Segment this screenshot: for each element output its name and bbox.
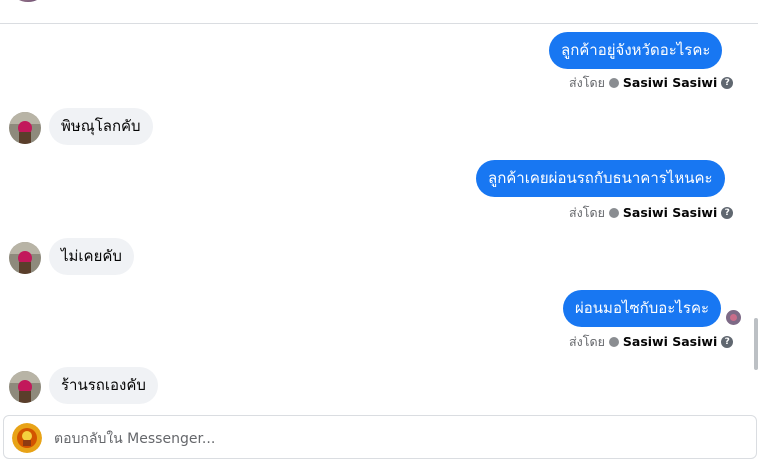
reply-composer xyxy=(3,415,757,459)
outgoing-message-bubble[interactable]: ลูกค้าเคยผ่อนรถกับธนาคารไหนคะ xyxy=(476,160,725,197)
sent-by-label: ส่งโดย xyxy=(569,334,605,349)
incoming-message-bubble[interactable]: ไม่เคยคับ xyxy=(49,238,134,275)
verified-icon xyxy=(608,337,619,347)
message-text: ลูกค้าเคยผ่อนรถกับธนาคารไหนคะ xyxy=(488,169,713,187)
divider xyxy=(0,23,758,24)
customer-avatar[interactable] xyxy=(9,242,41,274)
message-thread: ลูกค้าอยู่จังหวัดอะไรคะ ส่งโดย Sasiwi Sa… xyxy=(0,0,758,456)
sent-by-line: ส่งโดย Sasiwi Sasiwi ? xyxy=(569,334,734,350)
outgoing-message-bubble[interactable]: ลูกค้าอยู่จังหวัดอะไรคะ xyxy=(549,32,723,69)
verified-icon xyxy=(608,78,619,88)
outgoing-message-bubble[interactable]: ผ่อนมอไซกับอะไรคะ xyxy=(563,290,722,327)
customer-avatar[interactable] xyxy=(9,371,41,403)
help-icon[interactable]: ? xyxy=(721,336,734,348)
message-text: ลูกค้าอยู่จังหวัดอะไรคะ xyxy=(561,41,711,59)
sent-by-label: ส่งโดย xyxy=(569,205,605,220)
page-avatar xyxy=(12,423,42,453)
seen-avatar xyxy=(726,310,741,325)
sender-name[interactable]: Sasiwi Sasiwi xyxy=(623,205,717,221)
sender-name[interactable]: Sasiwi Sasiwi xyxy=(623,334,717,350)
avatar xyxy=(13,0,43,2)
scrollbar[interactable] xyxy=(754,318,758,370)
help-icon[interactable]: ? xyxy=(721,207,734,219)
message-text: พิษณุโลกคับ xyxy=(61,117,141,135)
verified-icon xyxy=(608,208,619,218)
message-text: ร้านรถเองคับ xyxy=(61,376,146,394)
help-icon[interactable]: ? xyxy=(721,77,734,89)
reply-input[interactable] xyxy=(52,426,746,452)
message-text: ไม่เคยคับ xyxy=(61,247,122,265)
sent-by-line: ส่งโดย Sasiwi Sasiwi ? xyxy=(569,75,734,91)
sender-name[interactable]: Sasiwi Sasiwi xyxy=(623,75,717,91)
customer-avatar[interactable] xyxy=(9,112,41,144)
message-text: ผ่อนมอไซกับอะไรคะ xyxy=(575,299,710,317)
sent-by-label: ส่งโดย xyxy=(569,75,605,90)
incoming-message-bubble[interactable]: พิษณุโลกคับ xyxy=(49,108,153,145)
incoming-message-bubble[interactable]: ร้านรถเองคับ xyxy=(49,367,158,404)
sent-by-line: ส่งโดย Sasiwi Sasiwi ? xyxy=(569,205,734,221)
